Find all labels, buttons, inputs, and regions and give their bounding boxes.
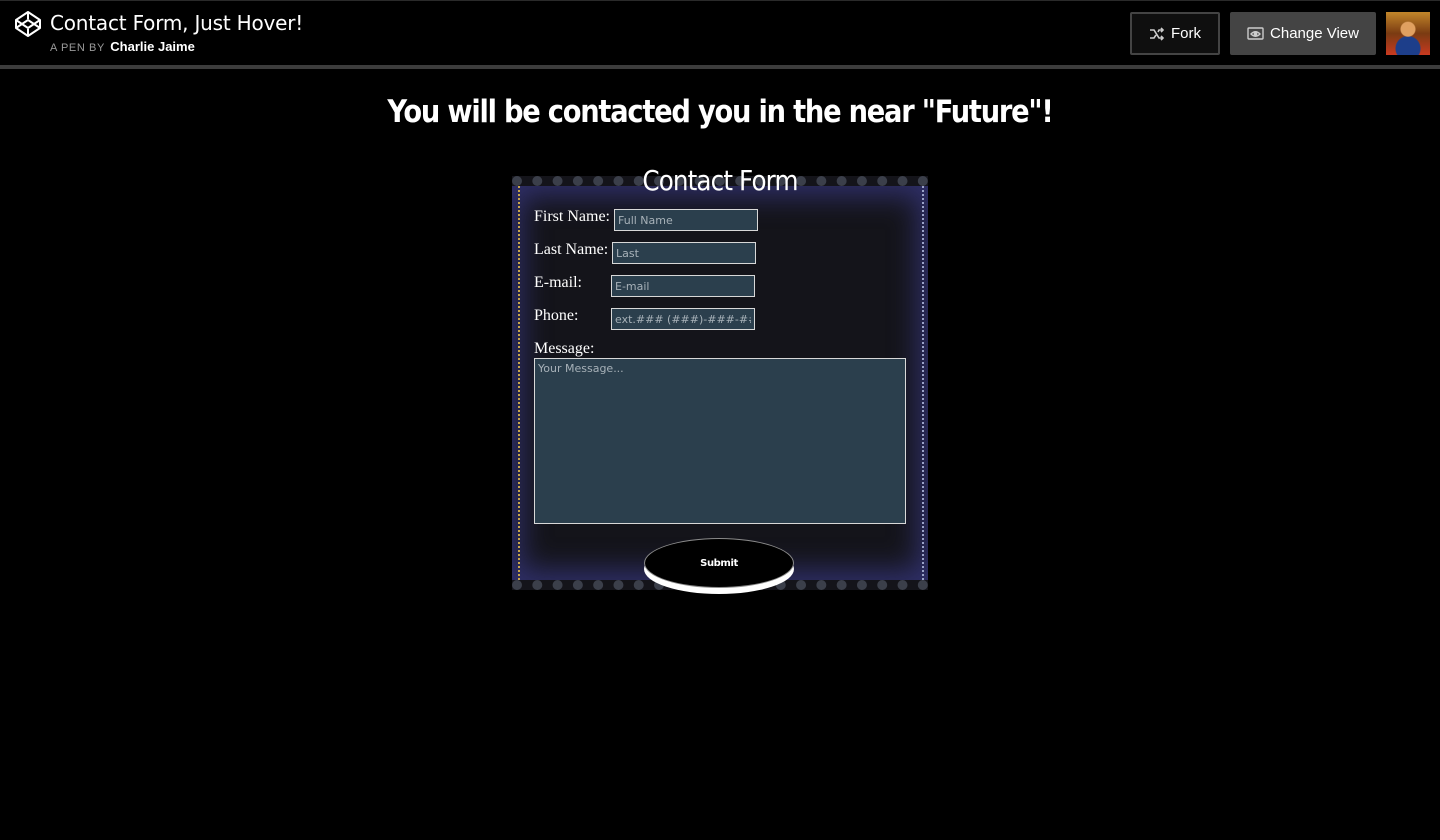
email-input[interactable]	[611, 275, 755, 297]
fork-button-label: Fork	[1171, 25, 1201, 42]
author-link[interactable]: Charlie Jaime	[110, 39, 195, 54]
fork-button[interactable]: Fork	[1130, 12, 1220, 55]
phone-label: Phone:	[534, 307, 579, 324]
last-name-label: Last Name:	[534, 241, 609, 258]
eye-window-icon	[1247, 27, 1264, 40]
email-label: E-mail:	[534, 274, 582, 291]
last-name-input[interactable]	[612, 242, 756, 264]
contact-form-title: Contact Form	[642, 164, 798, 197]
first-name-input[interactable]	[614, 209, 758, 231]
pen-header: Contact Form, Just Hover! A PEN BY Charl…	[0, 0, 1440, 65]
user-avatar[interactable]	[1386, 12, 1430, 55]
first-name-label: First Name:	[534, 208, 610, 225]
phone-input[interactable]	[611, 308, 755, 330]
pen-title: Contact Form, Just Hover!	[50, 11, 304, 35]
fork-icon	[1149, 26, 1165, 41]
message-label: Message:	[534, 340, 595, 357]
change-view-button[interactable]: Change View	[1230, 12, 1376, 55]
codepen-logo-icon[interactable]	[14, 10, 42, 38]
header-divider	[0, 65, 1440, 69]
message-textarea[interactable]	[534, 358, 906, 524]
change-view-button-label: Change View	[1270, 25, 1359, 42]
submit-button[interactable]: Submit	[644, 538, 794, 588]
page-headline: You will be contacted you in the near "F…	[387, 94, 1053, 130]
byline-prefix: A PEN BY	[50, 42, 105, 54]
pen-byline: A PEN BY Charlie Jaime	[50, 39, 195, 54]
